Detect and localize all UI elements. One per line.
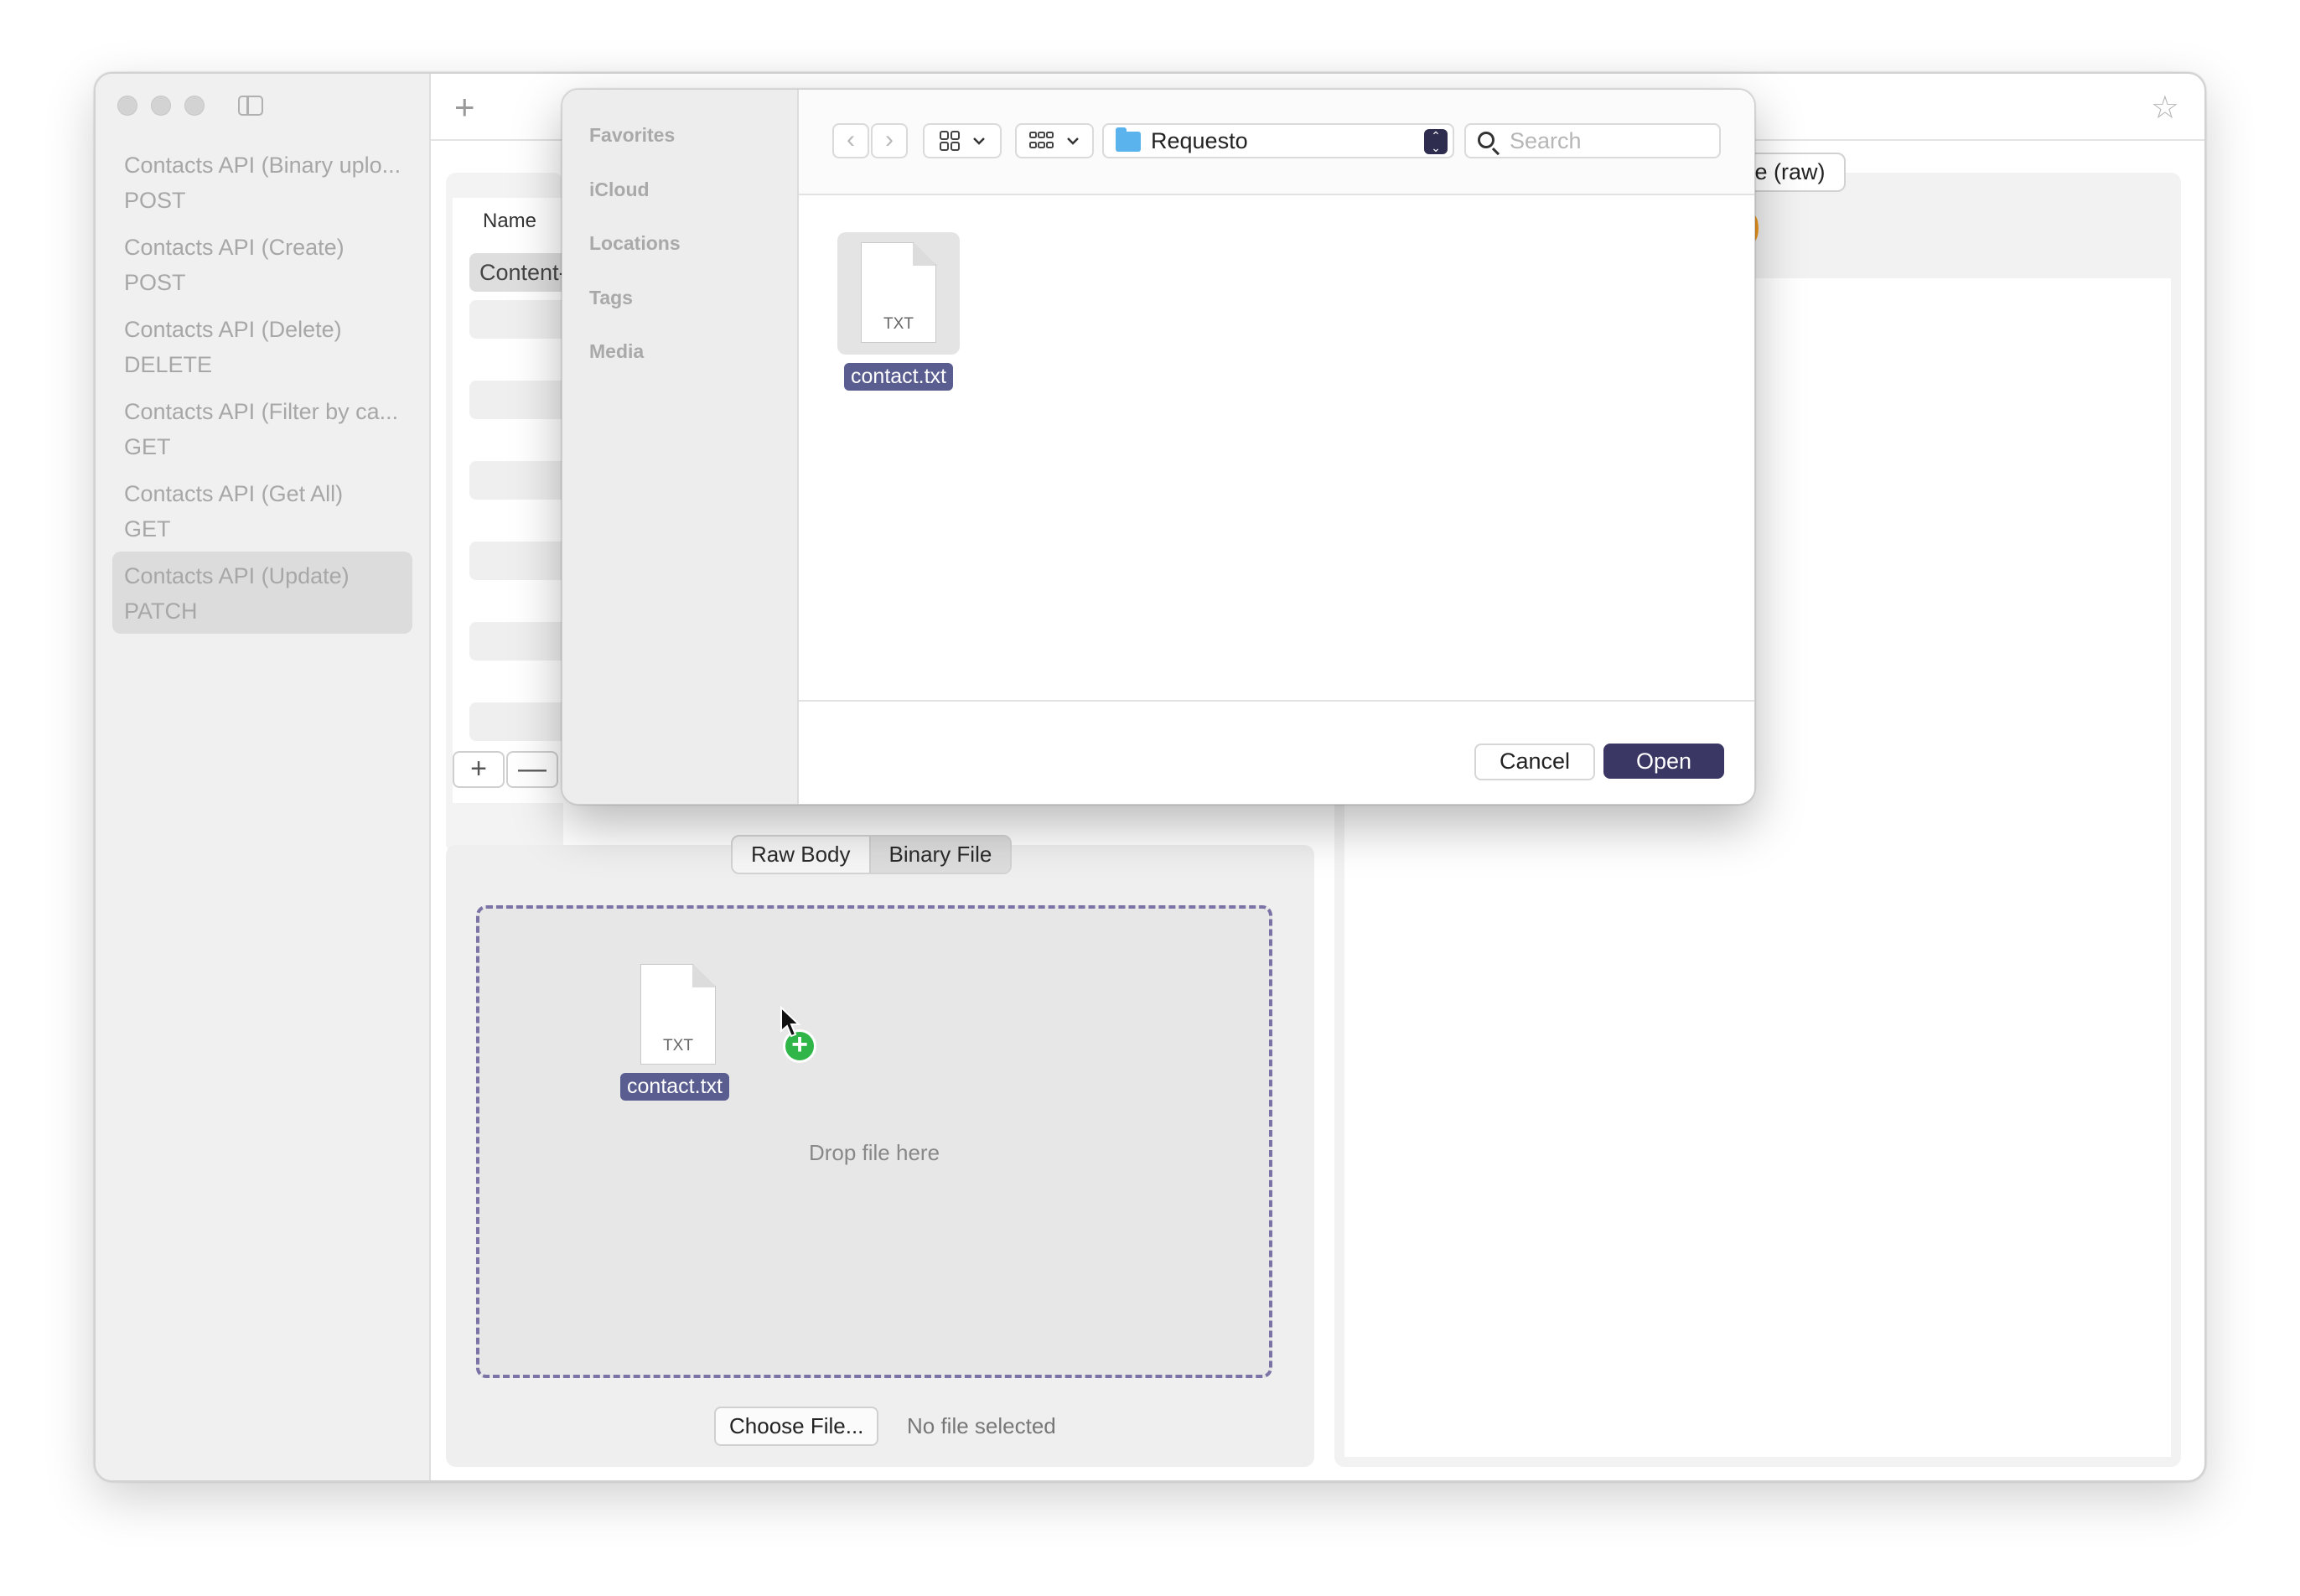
tab-raw-body[interactable]: Raw Body [733,837,868,873]
search-field[interactable] [1464,123,1721,158]
cancel-button[interactable]: Cancel [1474,744,1595,780]
request-name: Contacts API (Filter by ca... [124,399,399,424]
window-controls [117,96,205,116]
location-label: Requesto [1151,128,1248,153]
request-name: Contacts API (Update) [124,563,350,588]
file-browser: TXT contact.txt [799,195,1754,702]
group-by-button[interactable] [1015,123,1094,158]
txt-file-icon: TXT [861,242,936,343]
headers-table: Name Content- [453,198,587,803]
updown-chevron-icon: ⌃ ⌄ [1424,129,1448,154]
folder-icon [1116,127,1141,152]
search-icon [1478,132,1494,148]
sidebar-section-icloud[interactable]: iCloud [562,163,797,217]
minimize-window-button[interactable] [151,96,171,116]
chevron-down-icon [973,137,985,145]
column-header-name: Name [483,210,537,232]
remove-header-button[interactable]: — [506,751,558,788]
request-item[interactable]: Contacts API (Delete) DELETE [112,305,412,387]
dialog-footer: Cancel Open [799,702,1754,804]
request-name: Contacts API (Create) [124,235,344,260]
request-method: POST [124,188,186,213]
request-method: POST [124,270,186,295]
sidebar-toggle-icon[interactable] [238,96,263,116]
choose-file-button[interactable]: Choose File... [714,1407,879,1446]
star-icon[interactable]: ☆ [2151,89,2179,127]
dragged-file[interactable]: TXT contact.txt [612,964,738,1101]
zoom-window-button[interactable] [184,96,205,116]
group-grid-icon [1029,132,1054,148]
body-panel: Raw Body Binary File Drop file here Choo… [446,835,1314,1467]
txt-file-icon: TXT [640,964,716,1065]
grid-icon [940,131,960,151]
request-item-selected[interactable]: Contacts API (Update) PATCH [112,552,412,634]
file-thumbnail: TXT [837,232,960,355]
file-drop-zone[interactable]: Drop file here [476,905,1272,1378]
dialog-toolbar: ‹ › Requesto ⌃ ⌄ Search [799,90,1754,195]
search-input[interactable] [1510,128,1711,153]
request-method: DELETE [124,352,213,377]
request-item[interactable]: Contacts API (Filter by ca... GET [112,387,412,469]
pointer-cursor-icon [780,1006,801,1038]
request-item[interactable]: Contacts API (Get All) GET [112,469,412,552]
add-header-button[interactable]: + [453,751,505,788]
request-list: Contacts API (Binary uplo... POST Contac… [112,141,412,634]
no-file-label: No file selected [907,1413,1056,1438]
body-mode-segmented-control: Raw Body Binary File [731,835,1013,874]
dialog-sidebar: Favorites iCloud Locations Tags Media [562,90,799,804]
page-fold [913,243,935,266]
file-item[interactable]: TXT contact.txt [836,232,961,391]
icon-view-button[interactable] [923,123,1002,158]
new-request-button[interactable]: + [454,87,475,127]
sidebar-section-media[interactable]: Media [562,324,797,379]
sidebar-section-locations[interactable]: Locations [562,216,797,271]
request-name: Contacts API (Delete) [124,317,342,342]
back-button[interactable]: ‹ [832,123,869,158]
open-button[interactable]: Open [1603,744,1724,779]
request-method: PATCH [124,598,198,624]
request-method: GET [124,434,171,459]
page-fold [692,965,715,987]
chevron-down-icon [1067,137,1079,145]
forward-button[interactable]: › [871,123,908,158]
tab-binary-file[interactable]: Binary File [868,837,1011,873]
close-window-button[interactable] [117,96,137,116]
sidebar: Contacts API (Binary uplo... POST Contac… [96,74,431,1480]
request-method: GET [124,516,171,542]
request-item[interactable]: Contacts API (Create) POST [112,223,412,305]
open-file-dialog: Favorites iCloud Locations Tags Media ‹ … [562,89,1755,805]
request-name: Contacts API (Binary uplo... [124,153,401,178]
file-name: contact.txt [844,363,953,391]
request-name: Contacts API (Get All) [124,481,344,506]
file-extension: TXT [883,315,914,333]
request-item[interactable]: Contacts API (Binary uplo... POST [112,141,412,223]
location-popup[interactable]: Requesto ⌃ ⌄ [1102,123,1454,158]
sidebar-section-favorites[interactable]: Favorites [562,108,797,163]
file-extension: TXT [663,1037,693,1054]
dragged-file-name: contact.txt [620,1073,729,1101]
sidebar-section-tags[interactable]: Tags [562,271,797,325]
drop-file-hint: Drop file here [808,1140,940,1165]
